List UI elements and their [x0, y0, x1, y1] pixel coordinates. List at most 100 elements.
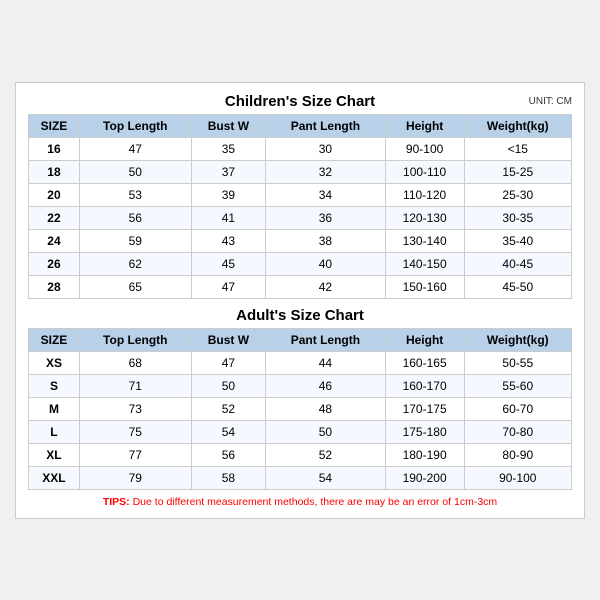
- table-cell: 54: [266, 466, 386, 489]
- table-cell: 45-50: [464, 275, 571, 298]
- table-cell: 36: [266, 206, 386, 229]
- table-cell: 34: [266, 183, 386, 206]
- children-col-height: Height: [385, 114, 464, 137]
- table-cell: 42: [266, 275, 386, 298]
- table-cell: 50: [191, 374, 266, 397]
- table-cell: 50-55: [464, 351, 571, 374]
- table-cell: 180-190: [385, 443, 464, 466]
- table-cell: 60-70: [464, 397, 571, 420]
- adult-col-top-length: Top Length: [79, 328, 191, 351]
- table-cell: 48: [266, 397, 386, 420]
- table-cell: 20: [29, 183, 80, 206]
- table-cell: 120-130: [385, 206, 464, 229]
- table-cell: 55-60: [464, 374, 571, 397]
- chart-container: Children's Size Chart UNIT: CM SIZE Top …: [15, 82, 585, 519]
- children-col-pant-length: Pant Length: [266, 114, 386, 137]
- table-cell: 54: [191, 420, 266, 443]
- table-cell: XXL: [29, 466, 80, 489]
- table-cell: 59: [79, 229, 191, 252]
- children-table: SIZE Top Length Bust W Pant Length Heigh…: [28, 114, 572, 299]
- children-header-row: SIZE Top Length Bust W Pant Length Heigh…: [29, 114, 572, 137]
- table-cell: 73: [79, 397, 191, 420]
- table-cell: 50: [266, 420, 386, 443]
- children-thead: SIZE Top Length Bust W Pant Length Heigh…: [29, 114, 572, 137]
- table-cell: 50: [79, 160, 191, 183]
- table-cell: 35: [191, 137, 266, 160]
- table-cell: 70-80: [464, 420, 571, 443]
- adult-table: SIZE Top Length Bust W Pant Length Heigh…: [28, 328, 572, 490]
- table-row: XXL795854190-20090-100: [29, 466, 572, 489]
- table-cell: 160-165: [385, 351, 464, 374]
- table-cell: 26: [29, 252, 80, 275]
- table-cell: 110-120: [385, 183, 464, 206]
- table-row: 28654742150-16045-50: [29, 275, 572, 298]
- adult-col-bust-w: Bust W: [191, 328, 266, 351]
- table-row: L755450175-18070-80: [29, 420, 572, 443]
- table-cell: 53: [79, 183, 191, 206]
- adult-col-size: SIZE: [29, 328, 80, 351]
- table-row: 18503732100-11015-25: [29, 160, 572, 183]
- table-cell: 47: [191, 351, 266, 374]
- table-cell: 25-30: [464, 183, 571, 206]
- table-cell: 18: [29, 160, 80, 183]
- children-col-top-length: Top Length: [79, 114, 191, 137]
- table-cell: 150-160: [385, 275, 464, 298]
- table-row: 20533934110-12025-30: [29, 183, 572, 206]
- table-cell: 40-45: [464, 252, 571, 275]
- children-tbody: 1647353090-100<1518503732100-11015-25205…: [29, 137, 572, 298]
- table-cell: XL: [29, 443, 80, 466]
- table-cell: 40: [266, 252, 386, 275]
- table-cell: 100-110: [385, 160, 464, 183]
- table-cell: 79: [79, 466, 191, 489]
- table-cell: 30: [266, 137, 386, 160]
- unit-label: UNIT: CM: [529, 96, 572, 107]
- section-gap: [28, 299, 572, 307]
- table-cell: 58: [191, 466, 266, 489]
- adult-col-weight: Weight(kg): [464, 328, 571, 351]
- table-cell: 170-175: [385, 397, 464, 420]
- table-cell: 52: [266, 443, 386, 466]
- adult-thead: SIZE Top Length Bust W Pant Length Heigh…: [29, 328, 572, 351]
- table-cell: 15-25: [464, 160, 571, 183]
- table-cell: 190-200: [385, 466, 464, 489]
- table-cell: 41: [191, 206, 266, 229]
- adult-col-pant-length: Pant Length: [266, 328, 386, 351]
- table-cell: 47: [191, 275, 266, 298]
- table-cell: 28: [29, 275, 80, 298]
- table-row: S715046160-17055-60: [29, 374, 572, 397]
- table-cell: 43: [191, 229, 266, 252]
- table-cell: S: [29, 374, 80, 397]
- table-cell: 56: [79, 206, 191, 229]
- table-cell: 77: [79, 443, 191, 466]
- adult-header-row: SIZE Top Length Bust W Pant Length Heigh…: [29, 328, 572, 351]
- table-cell: 47: [79, 137, 191, 160]
- table-cell: 56: [191, 443, 266, 466]
- table-cell: 44: [266, 351, 386, 374]
- children-col-size: SIZE: [29, 114, 80, 137]
- adult-tbody: XS684744160-16550-55S715046160-17055-60M…: [29, 351, 572, 489]
- table-cell: 80-90: [464, 443, 571, 466]
- table-cell: 75: [79, 420, 191, 443]
- table-cell: 46: [266, 374, 386, 397]
- children-col-weight: Weight(kg): [464, 114, 571, 137]
- children-col-bust-w: Bust W: [191, 114, 266, 137]
- table-cell: L: [29, 420, 80, 443]
- table-cell: 160-170: [385, 374, 464, 397]
- table-cell: 39: [191, 183, 266, 206]
- table-cell: 24: [29, 229, 80, 252]
- table-row: 26624540140-15040-45: [29, 252, 572, 275]
- table-row: XS684744160-16550-55: [29, 351, 572, 374]
- table-cell: 22: [29, 206, 80, 229]
- tips-row: TIPS: Due to different measurement metho…: [28, 496, 572, 508]
- table-cell: 68: [79, 351, 191, 374]
- adult-title-row: Adult's Size Chart: [28, 307, 572, 324]
- table-row: XL775652180-19080-90: [29, 443, 572, 466]
- tips-text: Due to different measurement methods, th…: [133, 496, 498, 508]
- table-cell: 130-140: [385, 229, 464, 252]
- table-cell: M: [29, 397, 80, 420]
- table-cell: 175-180: [385, 420, 464, 443]
- table-cell: 35-40: [464, 229, 571, 252]
- table-cell: 30-35: [464, 206, 571, 229]
- table-row: M735248170-17560-70: [29, 397, 572, 420]
- table-cell: XS: [29, 351, 80, 374]
